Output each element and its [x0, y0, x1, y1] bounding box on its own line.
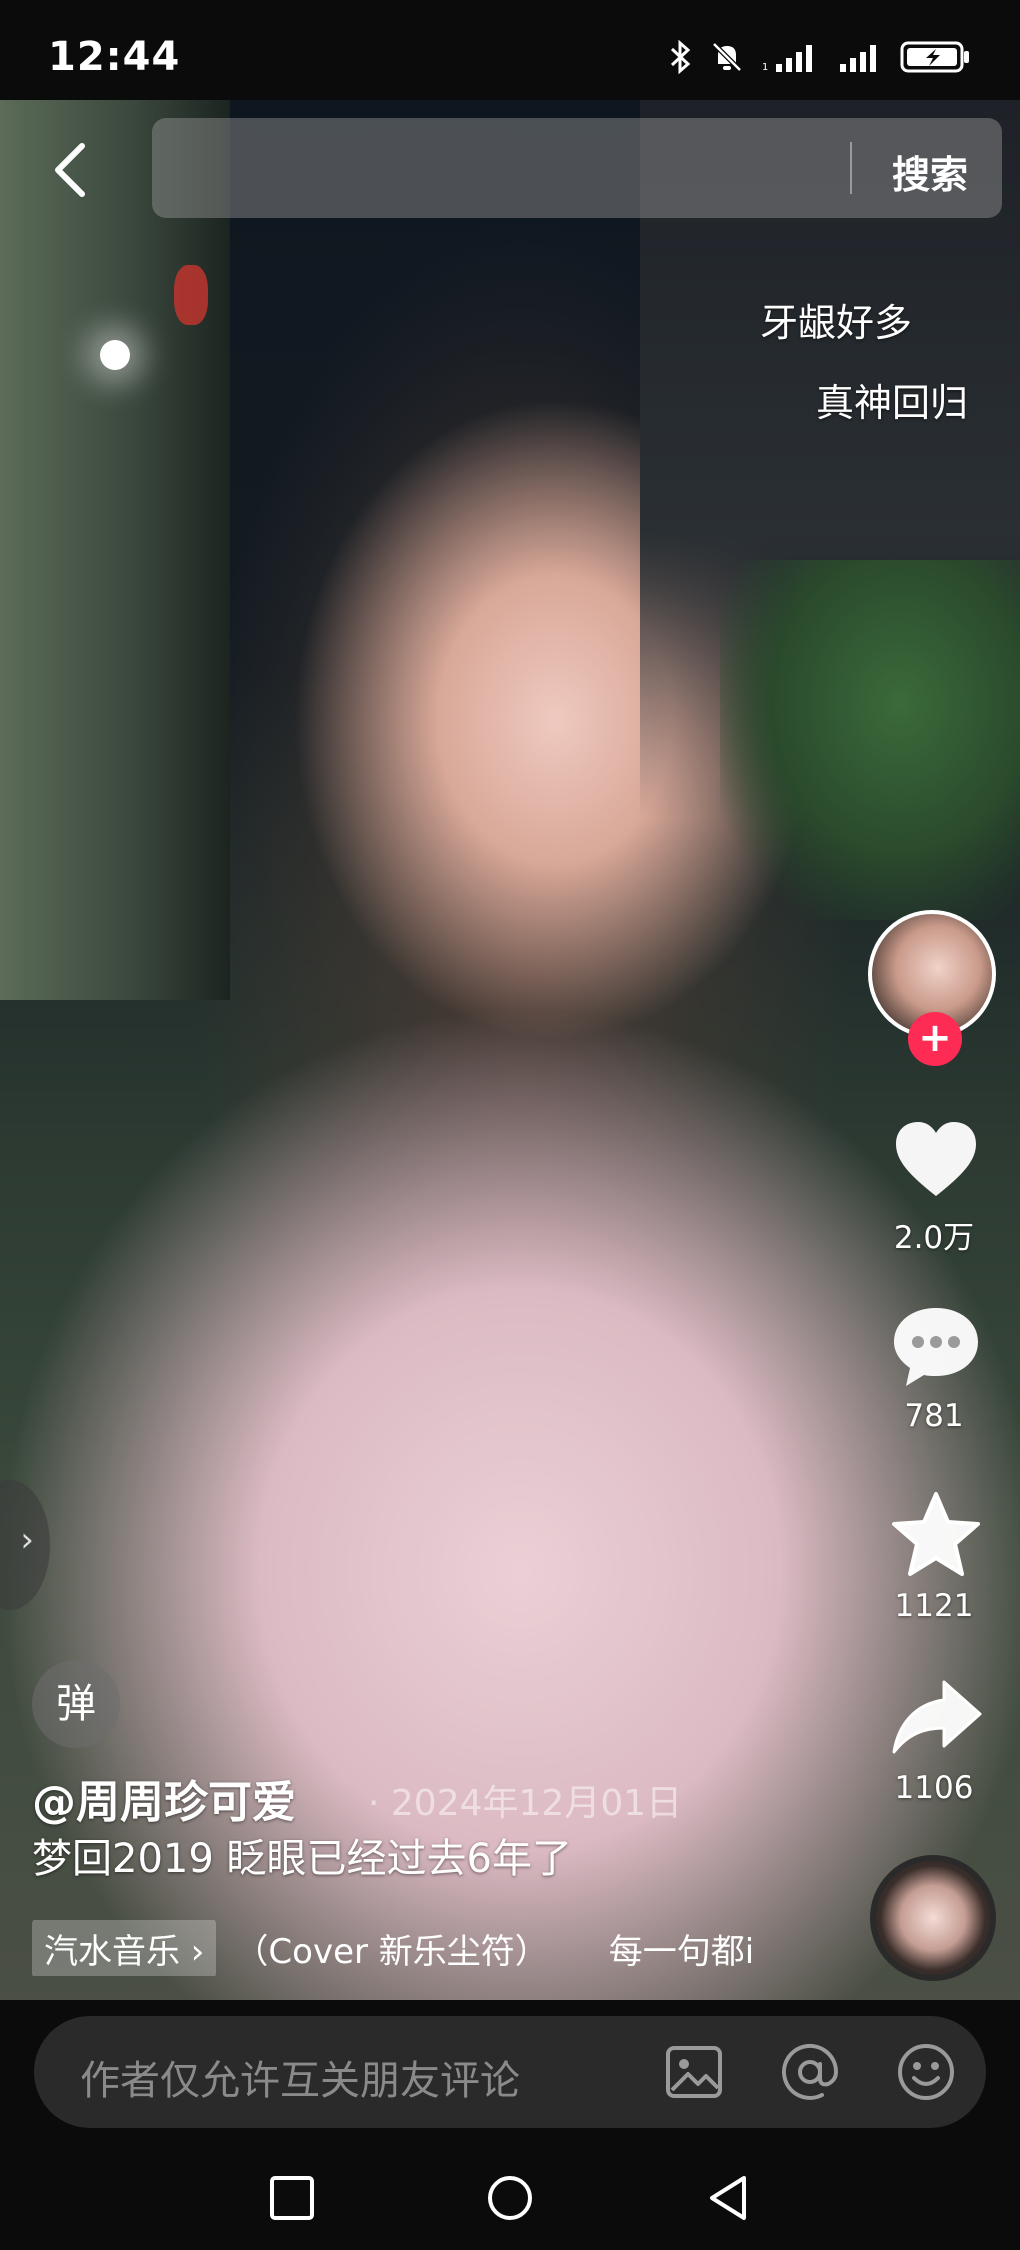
search-button[interactable]: 搜索 — [892, 144, 968, 199]
music-title: （Cover 新乐尘符） — [234, 1931, 549, 1972]
mute-icon — [712, 42, 742, 72]
post-date: · 2024年12月01日 — [368, 1783, 683, 1824]
signal-1-icon: 1 — [762, 45, 812, 72]
status-bar: 12:44 1 — [0, 0, 1020, 100]
comment-count: 781 — [904, 1398, 964, 1434]
background-tree — [720, 560, 1020, 920]
navigation-bar — [0, 2140, 1020, 2250]
danmaku-comment: 真神回归 — [816, 381, 969, 425]
favorite-count: 1121 — [894, 1588, 974, 1624]
music-info[interactable]: 汽水音乐 › （Cover 新乐尘符） 每一句都i — [32, 1920, 772, 1976]
danmaku-comment: 牙龈好多 — [760, 301, 913, 345]
recent-apps-icon[interactable] — [264, 2170, 320, 2226]
signal-2-icon — [840, 45, 876, 72]
status-time: 12:44 — [48, 34, 181, 80]
emoji-icon[interactable] — [894, 2040, 958, 2104]
search-bar[interactable]: 搜索 — [152, 118, 1002, 218]
svg-text:1: 1 — [762, 62, 768, 72]
mention-icon[interactable] — [778, 2040, 842, 2104]
share-count: 1106 — [894, 1770, 974, 1806]
post-description: 梦回2019 眨眼已经过去6年了 — [32, 1836, 572, 1882]
status-icons: 1 — [670, 40, 970, 74]
chevron-right-icon: › — [20, 1520, 34, 1560]
heart-icon[interactable] — [888, 1112, 984, 1208]
search-divider — [850, 142, 852, 194]
share-icon[interactable] — [888, 1672, 984, 1768]
street-lamp — [100, 340, 130, 370]
back-nav-icon[interactable] — [700, 2170, 756, 2226]
home-icon[interactable] — [482, 2170, 538, 2226]
comment-input[interactable]: 作者仅允许互关朋友评论 — [34, 2016, 986, 2128]
background-building-left — [0, 100, 230, 1000]
lantern — [174, 265, 208, 325]
comment-icon[interactable] — [888, 1298, 984, 1394]
music-disc[interactable] — [870, 1855, 996, 1981]
back-icon[interactable] — [46, 140, 96, 200]
comment-placeholder: 作者仅允许互关朋友评论 — [80, 2058, 520, 2104]
follow-button[interactable]: + — [908, 1012, 962, 1066]
image-icon[interactable] — [662, 2040, 726, 2104]
author-name[interactable]: @周周珍可爱 — [32, 1766, 296, 1830]
like-count: 2.0万 — [893, 1220, 975, 1256]
danmaku-toggle-button[interactable]: 弹 — [32, 1660, 120, 1748]
music-source-tag[interactable]: 汽水音乐 › — [32, 1920, 217, 1976]
star-icon[interactable] — [888, 1488, 984, 1584]
bluetooth-icon — [670, 40, 691, 74]
music-lyric: 每一句都i — [608, 1931, 755, 1972]
battery-icon — [900, 41, 969, 73]
